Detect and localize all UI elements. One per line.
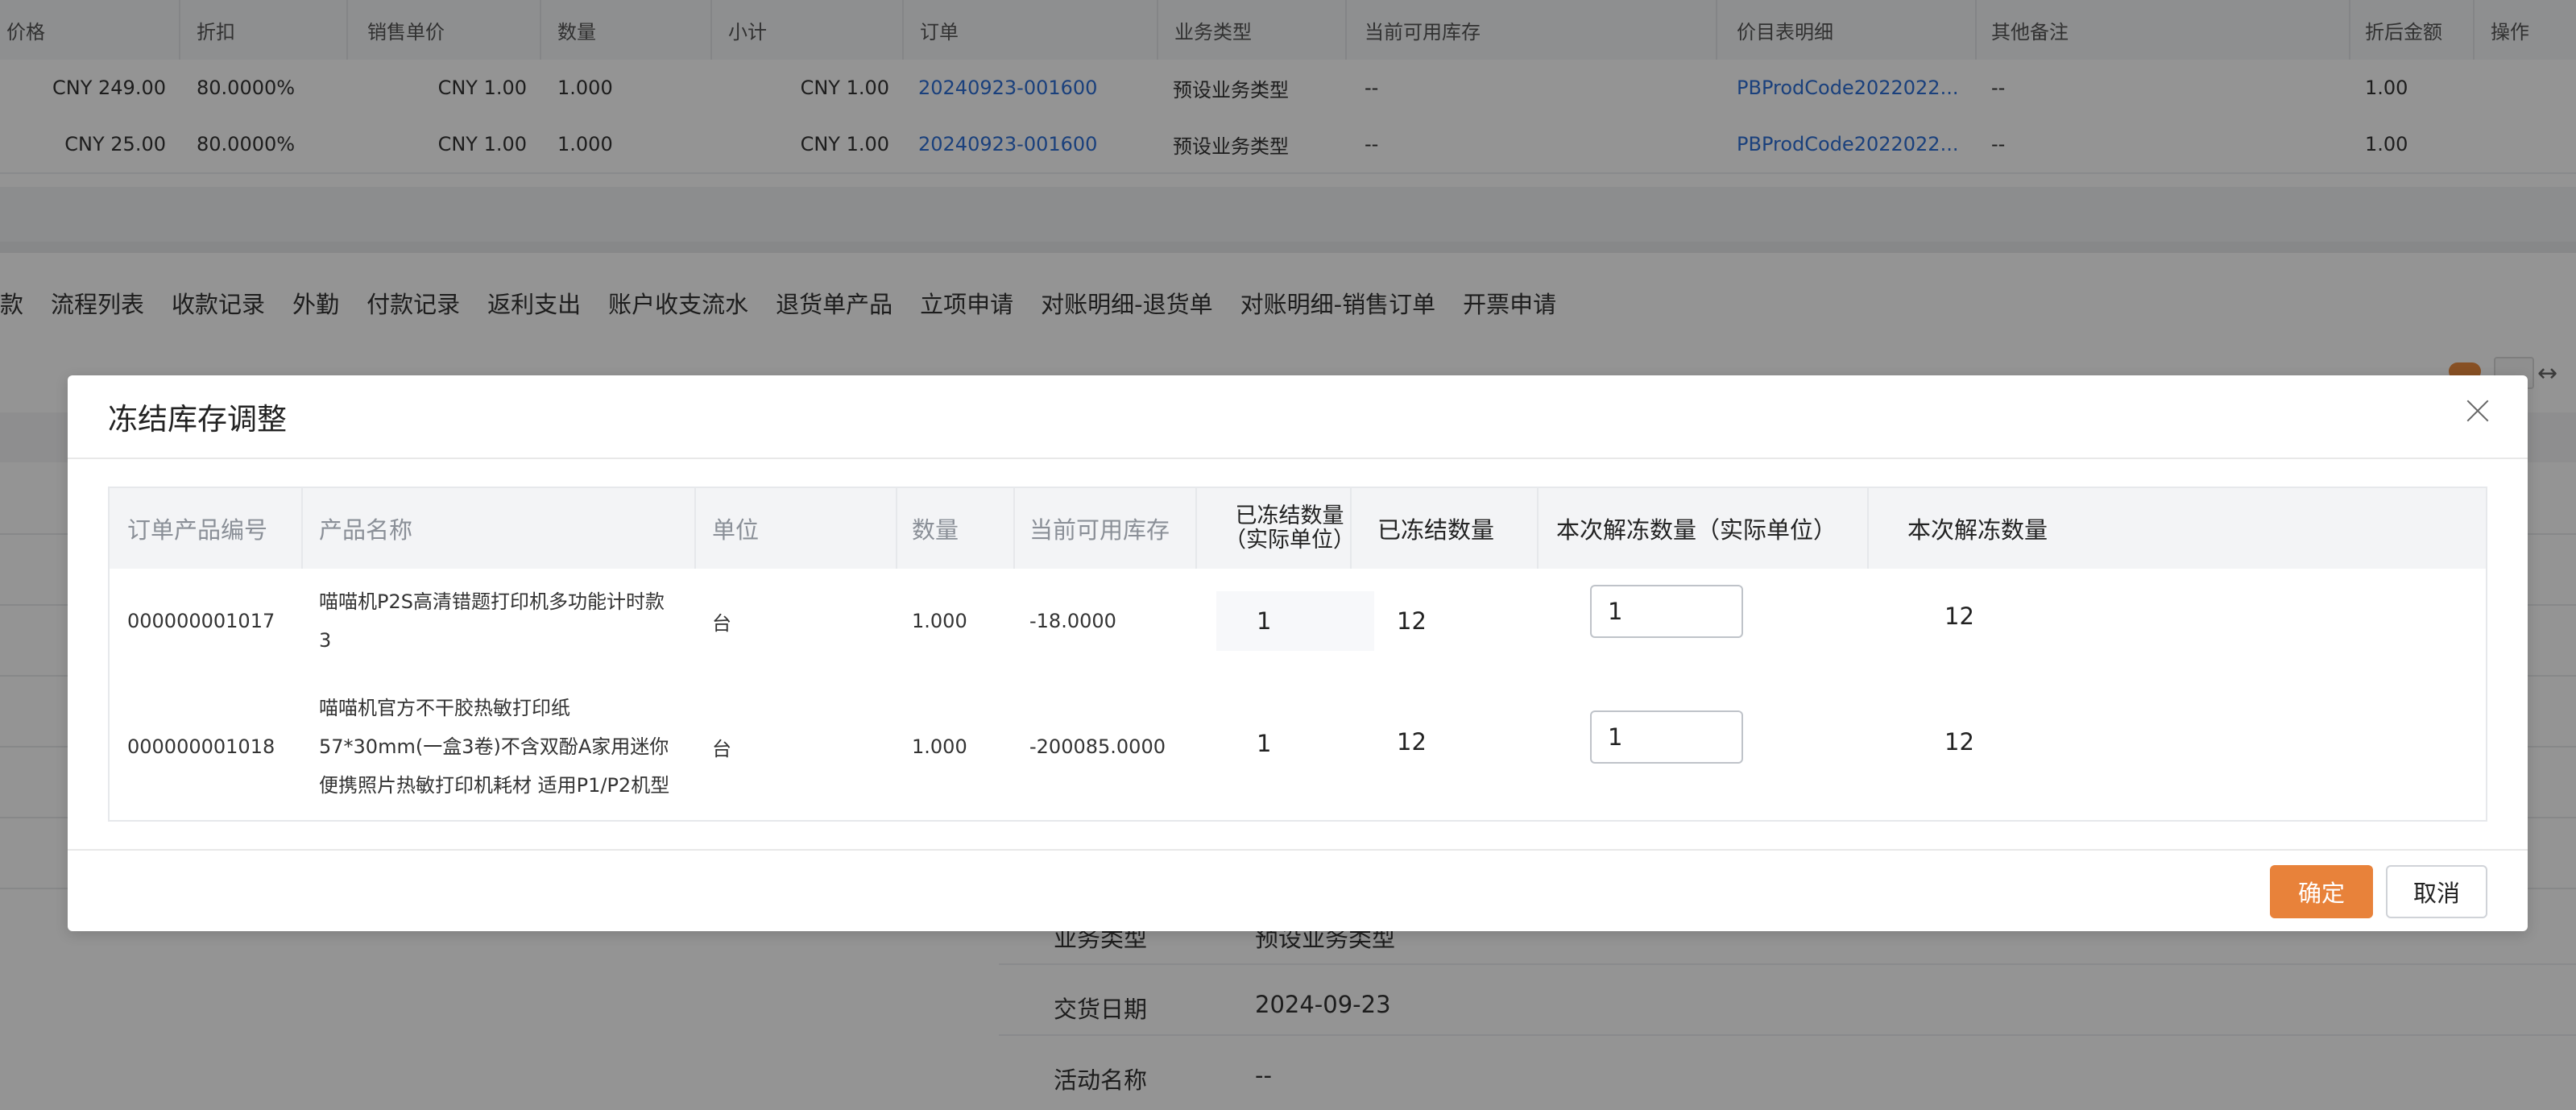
page: 价格 折扣 销售单价 数量 小计 订单 业务类型 当前可用库存 价目表明细 其他… xyxy=(0,0,2576,1110)
cell-unfreeze: 12 xyxy=(1944,603,1974,630)
cell-frozen-actual: 1 xyxy=(1257,730,1272,757)
cell-product-name: 喵喵机P2S高清错题打印机多功能计时款3 xyxy=(319,590,665,652)
cell-unit: 台 xyxy=(712,611,731,635)
cancel-button[interactable]: 取消 xyxy=(2386,865,2487,918)
unfreeze-actual-input[interactable] xyxy=(1590,585,1743,638)
th-frozen: 已冻结数量 xyxy=(1377,516,1495,544)
cell-stock: -200085.0000 xyxy=(1029,735,1166,758)
cell-frozen: 12 xyxy=(1397,728,1427,756)
cell-qty: 1.000 xyxy=(912,735,967,758)
th-stock: 当前可用库存 xyxy=(1029,516,1170,544)
cell-frozen-actual: 1 xyxy=(1257,607,1272,635)
freeze-stock-table: 订单产品编号 产品名称 单位 数量 当前可用库存 已冻结数量 （实际单位） 已冻… xyxy=(108,487,2487,822)
cell-product-name: 喵喵机官方不干胶热敏打印纸57*30mm(一盒3卷)不含双酚A家用迷你便携照片热… xyxy=(319,697,670,797)
th-frozen-actual: 已冻结数量 （实际单位） xyxy=(1224,503,1355,553)
dialog-title: 冻结库存调整 xyxy=(108,402,287,437)
cell-code: 000000001017 xyxy=(127,610,275,632)
unfreeze-actual-input[interactable] xyxy=(1590,710,1743,764)
th-unfreeze-actual: 本次解冻数量（实际单位） xyxy=(1556,516,1837,544)
cell-stock: -18.0000 xyxy=(1029,610,1116,632)
th-qty: 数量 xyxy=(912,516,959,544)
table-header: 订单产品编号 产品名称 单位 数量 当前可用库存 已冻结数量 （实际单位） 已冻… xyxy=(110,488,2486,570)
th-unfreeze: 本次解冻数量 xyxy=(1907,516,2048,544)
cell-unit: 台 xyxy=(712,737,731,760)
freeze-stock-adjust-dialog: 冻结库存调整 订单产品编号 产品名称 单位 数量 当前可用库存 已冻结数量 （实… xyxy=(68,375,2528,931)
cell-unfreeze: 12 xyxy=(1944,728,1974,756)
th-unit: 单位 xyxy=(712,516,760,544)
cell-frozen: 12 xyxy=(1397,607,1427,635)
confirm-button[interactable]: 确定 xyxy=(2270,865,2373,918)
close-icon[interactable] xyxy=(2460,393,2495,429)
cell-qty: 1.000 xyxy=(912,610,967,632)
th-code: 订单产品编号 xyxy=(127,516,268,544)
th-name: 产品名称 xyxy=(319,516,413,544)
table-row: 000000001018 喵喵机官方不干胶热敏打印纸57*30mm(一盒3卷)不… xyxy=(110,673,2486,820)
table-row: 000000001017 喵喵机P2S高清错题打印机多功能计时款3 台 1.00… xyxy=(110,569,2486,675)
cell-code: 000000001018 xyxy=(127,735,275,758)
